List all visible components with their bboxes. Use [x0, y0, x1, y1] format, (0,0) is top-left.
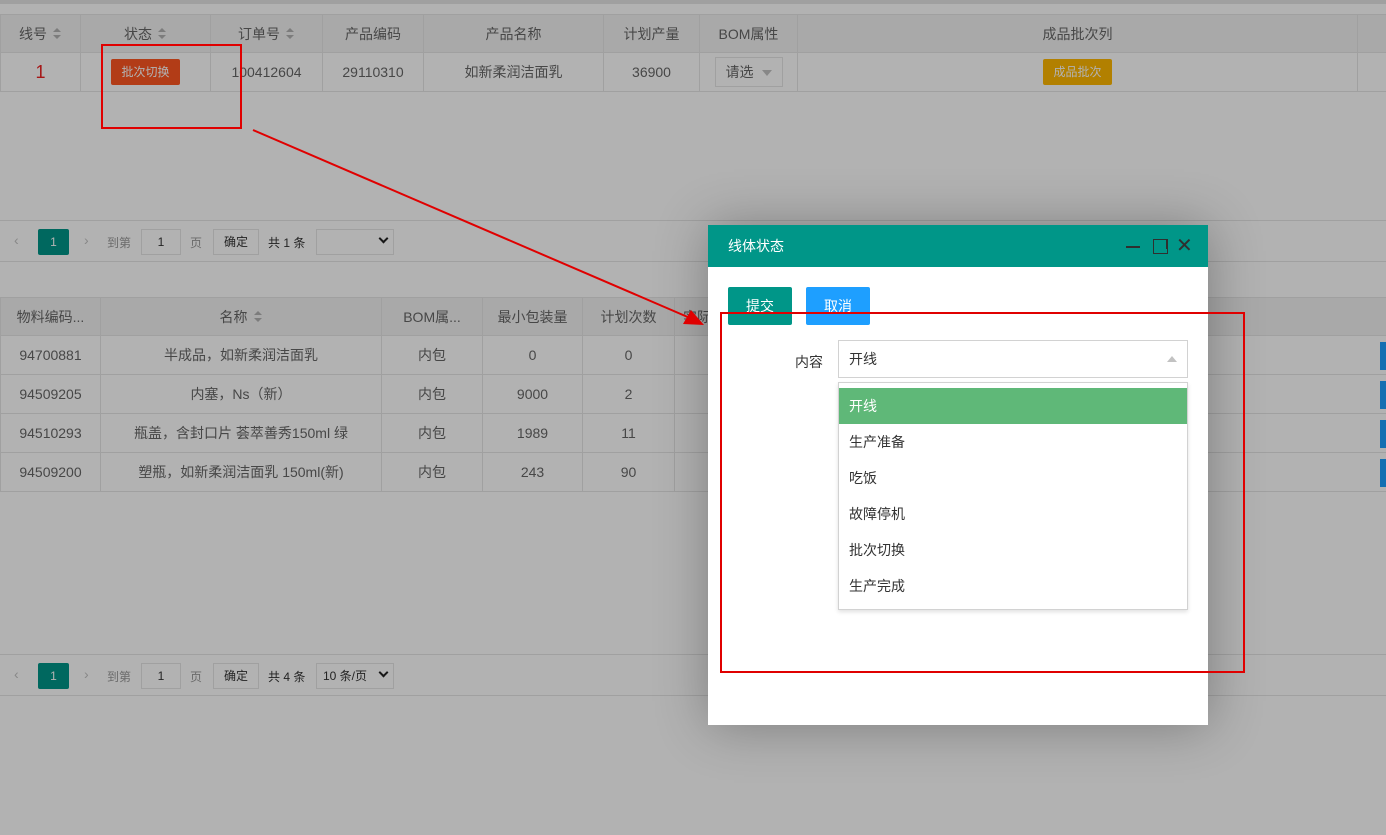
annotation-box-status	[101, 44, 242, 129]
dialog-title: 线体状态	[728, 238, 784, 254]
dialog-header: 线体状态 ✕	[708, 225, 1208, 267]
close-icon[interactable]: ✕	[1176, 225, 1196, 267]
annotation-box-dropdown	[720, 312, 1245, 673]
maximize-icon[interactable]	[1151, 225, 1171, 267]
minimize-icon[interactable]	[1124, 225, 1144, 267]
